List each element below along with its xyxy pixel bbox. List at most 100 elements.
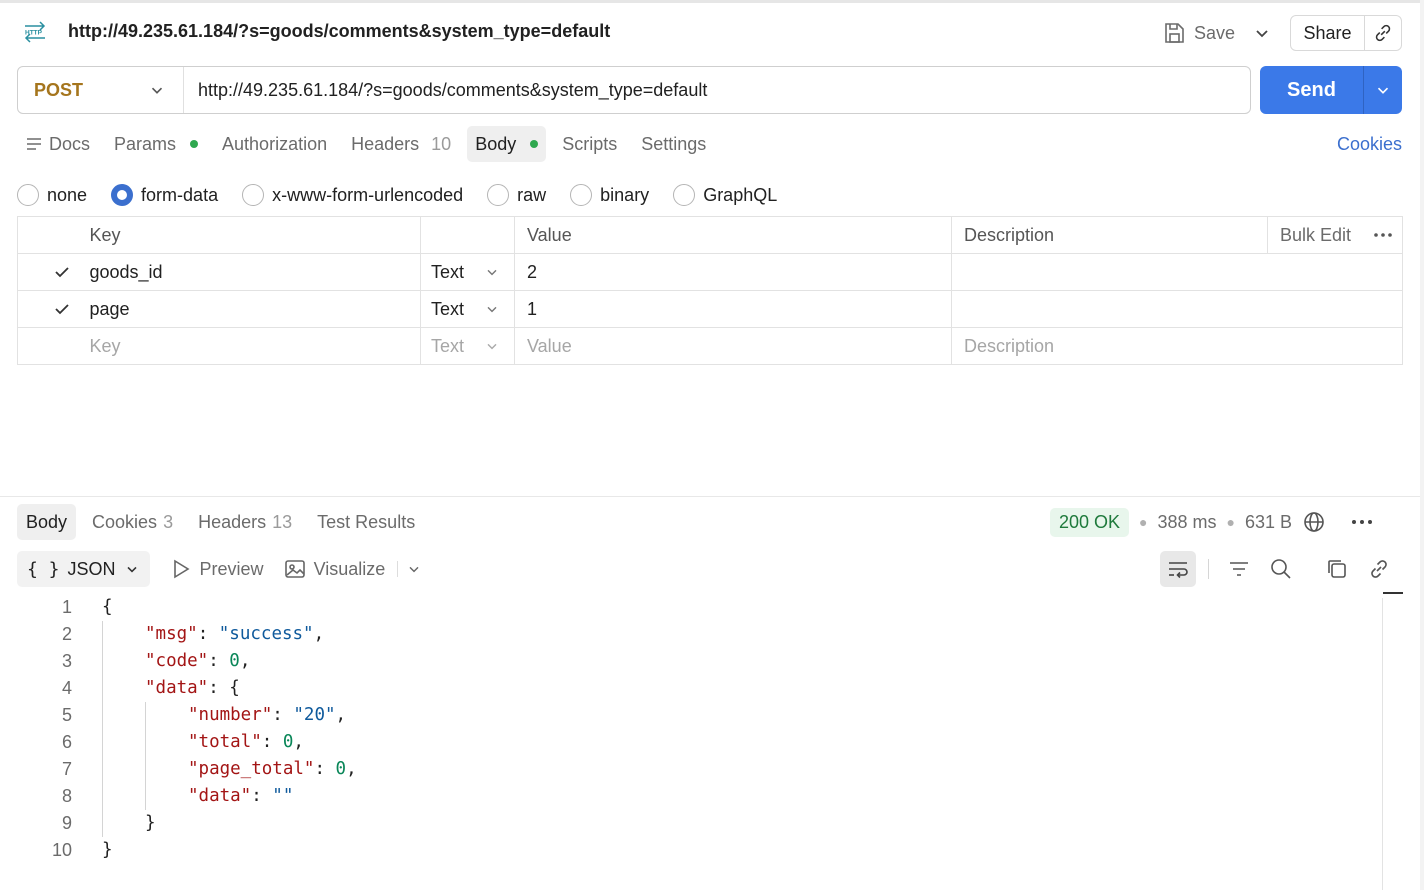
send-button[interactable]: Send: [1260, 66, 1364, 114]
json-string: "20": [293, 705, 336, 725]
preview-button[interactable]: Preview: [170, 558, 264, 580]
copy-button[interactable]: [1319, 551, 1355, 587]
new-param-description-placeholder[interactable]: Description: [951, 327, 1403, 365]
check-icon: [53, 263, 71, 281]
pane-divider[interactable]: [0, 496, 1424, 497]
json-punctuation: :: [251, 786, 273, 806]
param-value[interactable]: 2: [514, 253, 952, 291]
status-badge[interactable]: 200 OK: [1050, 507, 1130, 537]
json-key: "data": [188, 786, 252, 806]
row-enabled-checkbox[interactable]: [51, 261, 73, 283]
scrollbar-marker[interactable]: [1383, 592, 1403, 594]
visualize-button[interactable]: Visualize: [284, 558, 385, 580]
window-edge: [1420, 0, 1424, 890]
link-icon: [1367, 557, 1391, 581]
save-label: Save: [1194, 22, 1236, 43]
docs-icon: [25, 135, 43, 153]
visualize-options-button[interactable]: [397, 561, 422, 577]
cookies-link[interactable]: Cookies: [1337, 134, 1402, 155]
row-enabled-checkbox[interactable]: [51, 298, 73, 320]
body-type-binary[interactable]: binary: [570, 184, 649, 206]
body-type-form-data[interactable]: form-data: [111, 184, 218, 206]
body-type-urlencoded[interactable]: x-www-form-urlencoded: [242, 184, 463, 206]
response-body-code[interactable]: 1{2 "msg": "success", 3 "code": 0, 4 "data": …: [0, 594, 1380, 864]
param-description[interactable]: [951, 253, 1403, 291]
indent-guide: [145, 702, 146, 810]
copy-link-button[interactable]: [1361, 551, 1397, 587]
share-group: Share: [1290, 15, 1402, 51]
line-number: 1: [61, 597, 72, 617]
chevron-down-icon: [148, 81, 166, 99]
code-text: }: [145, 810, 156, 837]
bulk-edit-button[interactable]: Bulk Edit: [1280, 225, 1351, 246]
method-select[interactable]: POST: [18, 67, 184, 113]
new-param-value-placeholder[interactable]: Value: [514, 327, 952, 365]
response-actions: [1160, 550, 1397, 588]
response-size[interactable]: 631 B: [1245, 512, 1292, 533]
image-icon: [284, 558, 306, 580]
param-key[interactable]: page: [89, 290, 421, 328]
line-number: 10: [51, 840, 72, 860]
http-icon: HTTP: [22, 20, 48, 44]
preview-label: Preview: [199, 558, 264, 579]
tab-docs[interactable]: Docs: [17, 126, 98, 162]
code-text: "number": "20",: [188, 702, 346, 729]
url-bar: POST: [17, 66, 1251, 114]
param-type-select[interactable]: Text: [420, 253, 515, 291]
new-param-key-placeholder[interactable]: Key: [89, 327, 421, 365]
save-button[interactable]: Save: [1162, 17, 1235, 49]
tab-params-label: Params: [114, 133, 177, 154]
url-input[interactable]: [184, 67, 1250, 113]
body-type-raw[interactable]: raw: [487, 184, 546, 206]
body-type-graphql[interactable]: GraphQL: [673, 184, 777, 206]
wrap-icon: [1166, 557, 1190, 581]
response-tab-headers[interactable]: Headers 13: [189, 504, 301, 540]
body-type-none[interactable]: none: [17, 184, 87, 206]
radio-button: [673, 184, 696, 206]
tab-body[interactable]: Body: [467, 126, 547, 162]
response-toolbar: { } JSON Preview Visualize: [17, 550, 422, 588]
code-text: "msg": "success",: [145, 621, 324, 648]
column-header-description: Description: [951, 216, 1268, 254]
wrap-lines-button[interactable]: [1160, 551, 1196, 587]
tab-headers[interactable]: Headers 10: [343, 126, 459, 162]
radio-button: [570, 184, 593, 206]
param-value[interactable]: 1: [514, 290, 952, 328]
response-time[interactable]: 388 ms: [1158, 512, 1217, 533]
share-button[interactable]: Share: [1291, 16, 1365, 50]
send-options-button[interactable]: [1364, 66, 1402, 114]
response-tab-cookies[interactable]: Cookies 3: [83, 504, 182, 540]
tab-params[interactable]: Params: [106, 126, 206, 162]
search-button[interactable]: [1263, 551, 1299, 587]
request-title[interactable]: http://49.235.61.184/?s=goods/comments&s…: [68, 21, 610, 42]
param-key[interactable]: goods_id: [89, 253, 421, 291]
more-options-icon[interactable]: [1350, 510, 1374, 534]
table-row: goods_id Text 2: [17, 253, 1403, 291]
param-type-select[interactable]: Text: [420, 290, 515, 328]
param-description[interactable]: [951, 290, 1403, 328]
format-select[interactable]: { } JSON: [17, 551, 150, 587]
chevron-down-icon: [124, 561, 140, 577]
tab-settings[interactable]: Settings: [633, 126, 714, 162]
save-options-chevron-icon[interactable]: [1252, 23, 1272, 43]
more-options-icon[interactable]: [1372, 224, 1394, 246]
response-tabs: Body Cookies 3 Headers 13 Test Results: [17, 504, 431, 540]
new-param-type-select[interactable]: Text: [420, 327, 515, 365]
tab-authorization[interactable]: Authorization: [214, 126, 335, 162]
param-type-label: Text: [431, 335, 465, 356]
response-tab-body[interactable]: Body: [17, 504, 77, 540]
filter-button[interactable]: [1221, 551, 1257, 587]
tab-scripts[interactable]: Scripts: [554, 126, 625, 162]
braces-icon: { }: [27, 558, 60, 580]
globe-icon[interactable]: [1302, 510, 1326, 534]
code-text: "data": "": [188, 783, 293, 810]
send-group: Send: [1260, 66, 1402, 114]
response-tab-test-results[interactable]: Test Results: [308, 504, 424, 540]
copy-link-button[interactable]: [1365, 16, 1401, 50]
scrollbar-track[interactable]: [1382, 598, 1383, 890]
body-type-label: raw: [517, 184, 547, 205]
line-number: 3: [61, 651, 72, 671]
json-key: "msg": [145, 624, 198, 644]
copy-icon: [1325, 557, 1349, 581]
json-key: "data": [145, 678, 209, 698]
